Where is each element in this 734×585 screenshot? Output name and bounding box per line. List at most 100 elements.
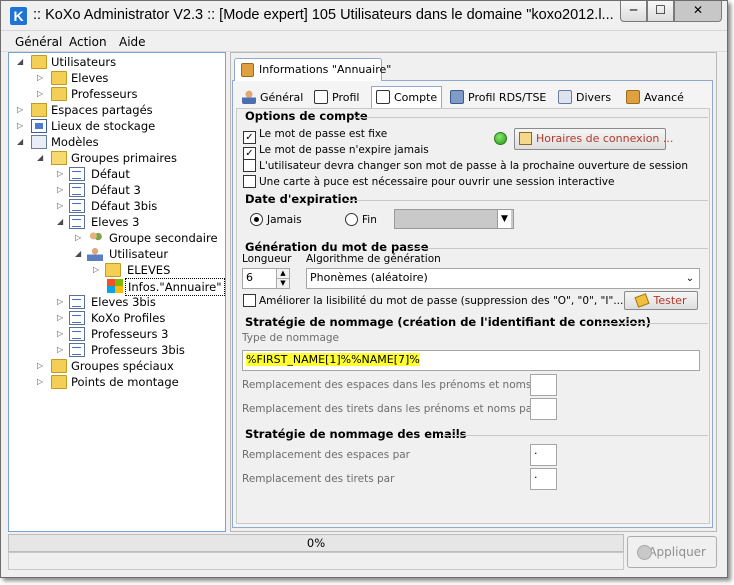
page-icon (69, 183, 85, 197)
divider (356, 117, 708, 118)
tree-label: Eleves (71, 71, 109, 85)
collapse-arrow-icon[interactable]: ◢ (57, 214, 66, 230)
naming-value: %FIRST_NAME[1]%%NAME[7]% (246, 353, 420, 366)
expand-arrow-icon[interactable]: ▷ (17, 102, 26, 118)
folder-icon (105, 263, 121, 277)
tab-label: Divers (576, 91, 612, 104)
collapse-arrow-icon[interactable]: ◢ (75, 246, 84, 262)
length-label: Longueur (242, 253, 292, 265)
test-button[interactable]: Tester (624, 291, 698, 310)
replace-dashes-input[interactable] (530, 398, 557, 420)
tree-view[interactable]: ◢ Utilisateurs ▷ Eleves ▷ Professeurs ▷ … (8, 52, 226, 532)
tree-label: Groupes primaires (71, 151, 177, 165)
page-icon (69, 343, 85, 357)
checkbox-unchecked[interactable] (243, 175, 256, 188)
menu-action[interactable]: Action (69, 35, 107, 49)
algorithm-value: Phonèmes (aléatoire) (310, 271, 428, 284)
tab-avance[interactable]: Avancé (626, 88, 684, 108)
tree-label: Utilisateurs (51, 55, 117, 69)
splitter[interactable] (226, 52, 229, 532)
checkbox-unchecked[interactable] (243, 159, 256, 172)
checkbox-password-never-expires[interactable]: ✓ Le mot de passe n'expire jamais (243, 143, 429, 160)
divider (442, 435, 708, 436)
close-button[interactable]: ✕ (674, 1, 722, 22)
radio-unselected[interactable] (345, 213, 358, 226)
tab-label: Profil (332, 91, 360, 104)
tree-label: Groupes spéciaux (71, 359, 174, 373)
expand-arrow-icon[interactable]: ▷ (37, 86, 46, 102)
progress-bar: 0% (8, 534, 624, 552)
replace-spaces-input[interactable] (530, 374, 557, 396)
apply-button[interactable]: Appliquer (627, 536, 717, 568)
tree-label: Lieux de stockage (51, 119, 156, 133)
expand-arrow-icon[interactable]: ▷ (93, 262, 102, 278)
expand-arrow-icon[interactable]: ▷ (37, 70, 46, 86)
window-title: :: KoXo Administrator V2.3 :: [Mode expe… (33, 7, 614, 23)
expand-arrow-icon[interactable]: ▷ (37, 358, 46, 374)
tab-informations-annuaire[interactable]: Informations "Annuaire" (234, 58, 391, 81)
radio-fin[interactable]: Fin (345, 213, 377, 227)
checkbox-password-fixed[interactable]: ✓ Le mot de passe est fixe (243, 127, 387, 144)
expand-arrow-icon[interactable]: ▷ (57, 326, 66, 342)
tab-profil[interactable]: Profil (314, 88, 359, 108)
schedule-button[interactable]: Horaires de connexion ... (514, 128, 673, 150)
radio-selected[interactable] (250, 213, 263, 226)
email-dashes-input[interactable]: . (530, 468, 557, 490)
misc-icon (558, 90, 572, 104)
expand-arrow-icon[interactable]: ▷ (37, 374, 46, 390)
collapse-arrow-icon[interactable]: ◢ (37, 150, 46, 166)
collapse-arrow-icon[interactable]: ◢ (17, 54, 26, 70)
checkbox-change-next-logon[interactable]: L'utilisateur devra changer son mot de p… (243, 159, 688, 173)
chevron-down-icon[interactable]: ⌄ (683, 269, 697, 288)
maximize-button[interactable]: ☐ (647, 1, 674, 22)
expand-arrow-icon[interactable]: ▷ (75, 230, 84, 246)
checkbox-label: Améliorer la lisibilité du mot de passe … (259, 295, 628, 307)
minimize-button[interactable]: ─ (620, 1, 647, 22)
button-label: Appliquer (648, 545, 706, 559)
users-folder-icon (31, 55, 47, 69)
algorithm-select[interactable]: Phonèmes (aléatoire) ⌄ (306, 268, 700, 289)
tree-label: Eleves 3bis (91, 295, 156, 309)
menu-general[interactable]: Général (15, 35, 62, 49)
tab-profil-rds-tse[interactable]: Profil RDS/TSE (450, 88, 546, 108)
account-icon (376, 90, 390, 104)
chevron-down-icon[interactable]: ▼ (497, 210, 511, 228)
length-spinner[interactable]: 6 ▲ ▼ (242, 268, 290, 289)
tab-compte[interactable]: Compte (371, 86, 443, 109)
radio-jamais[interactable]: Jamais (250, 213, 302, 227)
email-spaces-input[interactable]: . (530, 444, 557, 466)
koxo-app-icon: K (10, 7, 27, 25)
naming-type-input[interactable]: %FIRST_NAME[1]%%NAME[7]% (242, 350, 700, 371)
checkbox-improve-readability[interactable]: Améliorer la lisibilité du mot de passe … (243, 294, 627, 308)
folder-open-icon (51, 151, 67, 165)
page-icon (69, 167, 85, 181)
collapse-arrow-icon[interactable]: ◢ (17, 134, 26, 150)
email-dashes-value: . (534, 468, 538, 481)
expand-arrow-icon[interactable]: ▷ (57, 342, 66, 358)
expand-arrow-icon[interactable]: ▷ (57, 294, 66, 310)
expiration-date-picker[interactable]: ▼ (394, 209, 514, 229)
checkbox-unchecked[interactable] (243, 294, 256, 307)
status-bar (8, 552, 624, 570)
menu-bar: Général Action Aide (1, 32, 727, 52)
folder-icon (51, 375, 67, 389)
tab-general[interactable]: Général (242, 88, 303, 108)
tab-divers[interactable]: Divers (558, 88, 611, 108)
expand-arrow-icon[interactable]: ▷ (57, 182, 66, 198)
checkbox-smartcard[interactable]: Une carte à puce est nécessaire pour ouv… (243, 175, 614, 189)
tree-label: Groupe secondaire (109, 231, 218, 245)
spin-up-icon[interactable]: ▲ (276, 269, 289, 279)
tree-label: Modèles (51, 135, 99, 149)
expand-arrow-icon[interactable]: ▷ (57, 310, 66, 326)
book-icon (626, 90, 640, 104)
expand-arrow-icon[interactable]: ▷ (57, 198, 66, 214)
tab-label: Profil RDS/TSE (468, 91, 547, 104)
checkbox-label: Une carte à puce est nécessaire pour ouv… (259, 176, 615, 188)
expiration-section-title: Date d'expiration (245, 192, 358, 206)
expand-arrow-icon[interactable]: ▷ (57, 166, 66, 182)
algorithm-label: Algorithme de génération (306, 253, 441, 265)
menu-aide[interactable]: Aide (119, 35, 146, 49)
expand-arrow-icon[interactable]: ▷ (17, 118, 26, 134)
page-icon (69, 311, 85, 325)
spin-down-icon[interactable]: ▼ (276, 279, 289, 288)
